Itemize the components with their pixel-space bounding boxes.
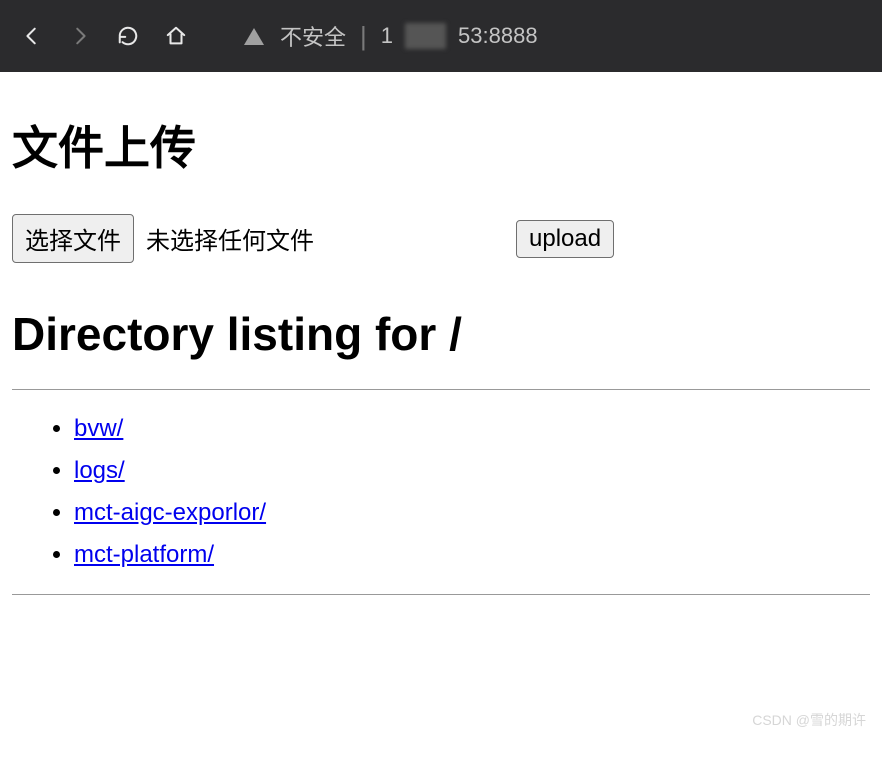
list-item: bvw/ <box>74 408 870 450</box>
browser-toolbar: 不安全 | 1 xxx 53:8888 <box>0 0 882 72</box>
choose-file-button[interactable]: 选择文件 <box>12 214 134 263</box>
directory-link[interactable]: mct-aigc-exporlor/ <box>74 499 266 526</box>
address-suffix: 53:8888 <box>458 23 538 49</box>
divider-top <box>12 389 870 390</box>
upload-button[interactable]: upload <box>516 220 614 258</box>
upload-form: 选择文件 未选择任何文件 upload <box>12 214 870 263</box>
page-content: 文件上传 选择文件 未选择任何文件 upload Directory listi… <box>0 72 882 623</box>
directory-link[interactable]: logs/ <box>74 457 125 484</box>
back-button[interactable] <box>12 16 52 56</box>
directory-link[interactable]: bvw/ <box>74 415 123 442</box>
address-bar[interactable]: 不安全 | 1 xxx 53:8888 <box>234 16 870 56</box>
list-item: mct-platform/ <box>74 534 870 576</box>
home-button[interactable] <box>156 16 196 56</box>
address-hidden: xxx <box>405 23 446 49</box>
watermark: CSDN @雪的期许 <box>752 710 866 730</box>
list-item: mct-aigc-exporlor/ <box>74 492 870 534</box>
warning-icon <box>244 28 264 45</box>
directory-link[interactable]: mct-platform/ <box>74 541 214 568</box>
divider-bottom <box>12 594 870 595</box>
address-separator: | <box>360 21 367 52</box>
reload-button[interactable] <box>108 16 148 56</box>
directory-list: bvw/ logs/ mct-aigc-exporlor/ mct-platfo… <box>12 408 870 576</box>
upload-title: 文件上传 <box>12 112 870 178</box>
address-prefix: 1 <box>381 23 393 49</box>
insecure-label: 不安全 <box>280 20 346 52</box>
forward-button[interactable] <box>60 16 100 56</box>
directory-title: Directory listing for / <box>12 307 870 361</box>
file-status-text: 未选择任何文件 <box>146 221 314 256</box>
list-item: logs/ <box>74 450 870 492</box>
